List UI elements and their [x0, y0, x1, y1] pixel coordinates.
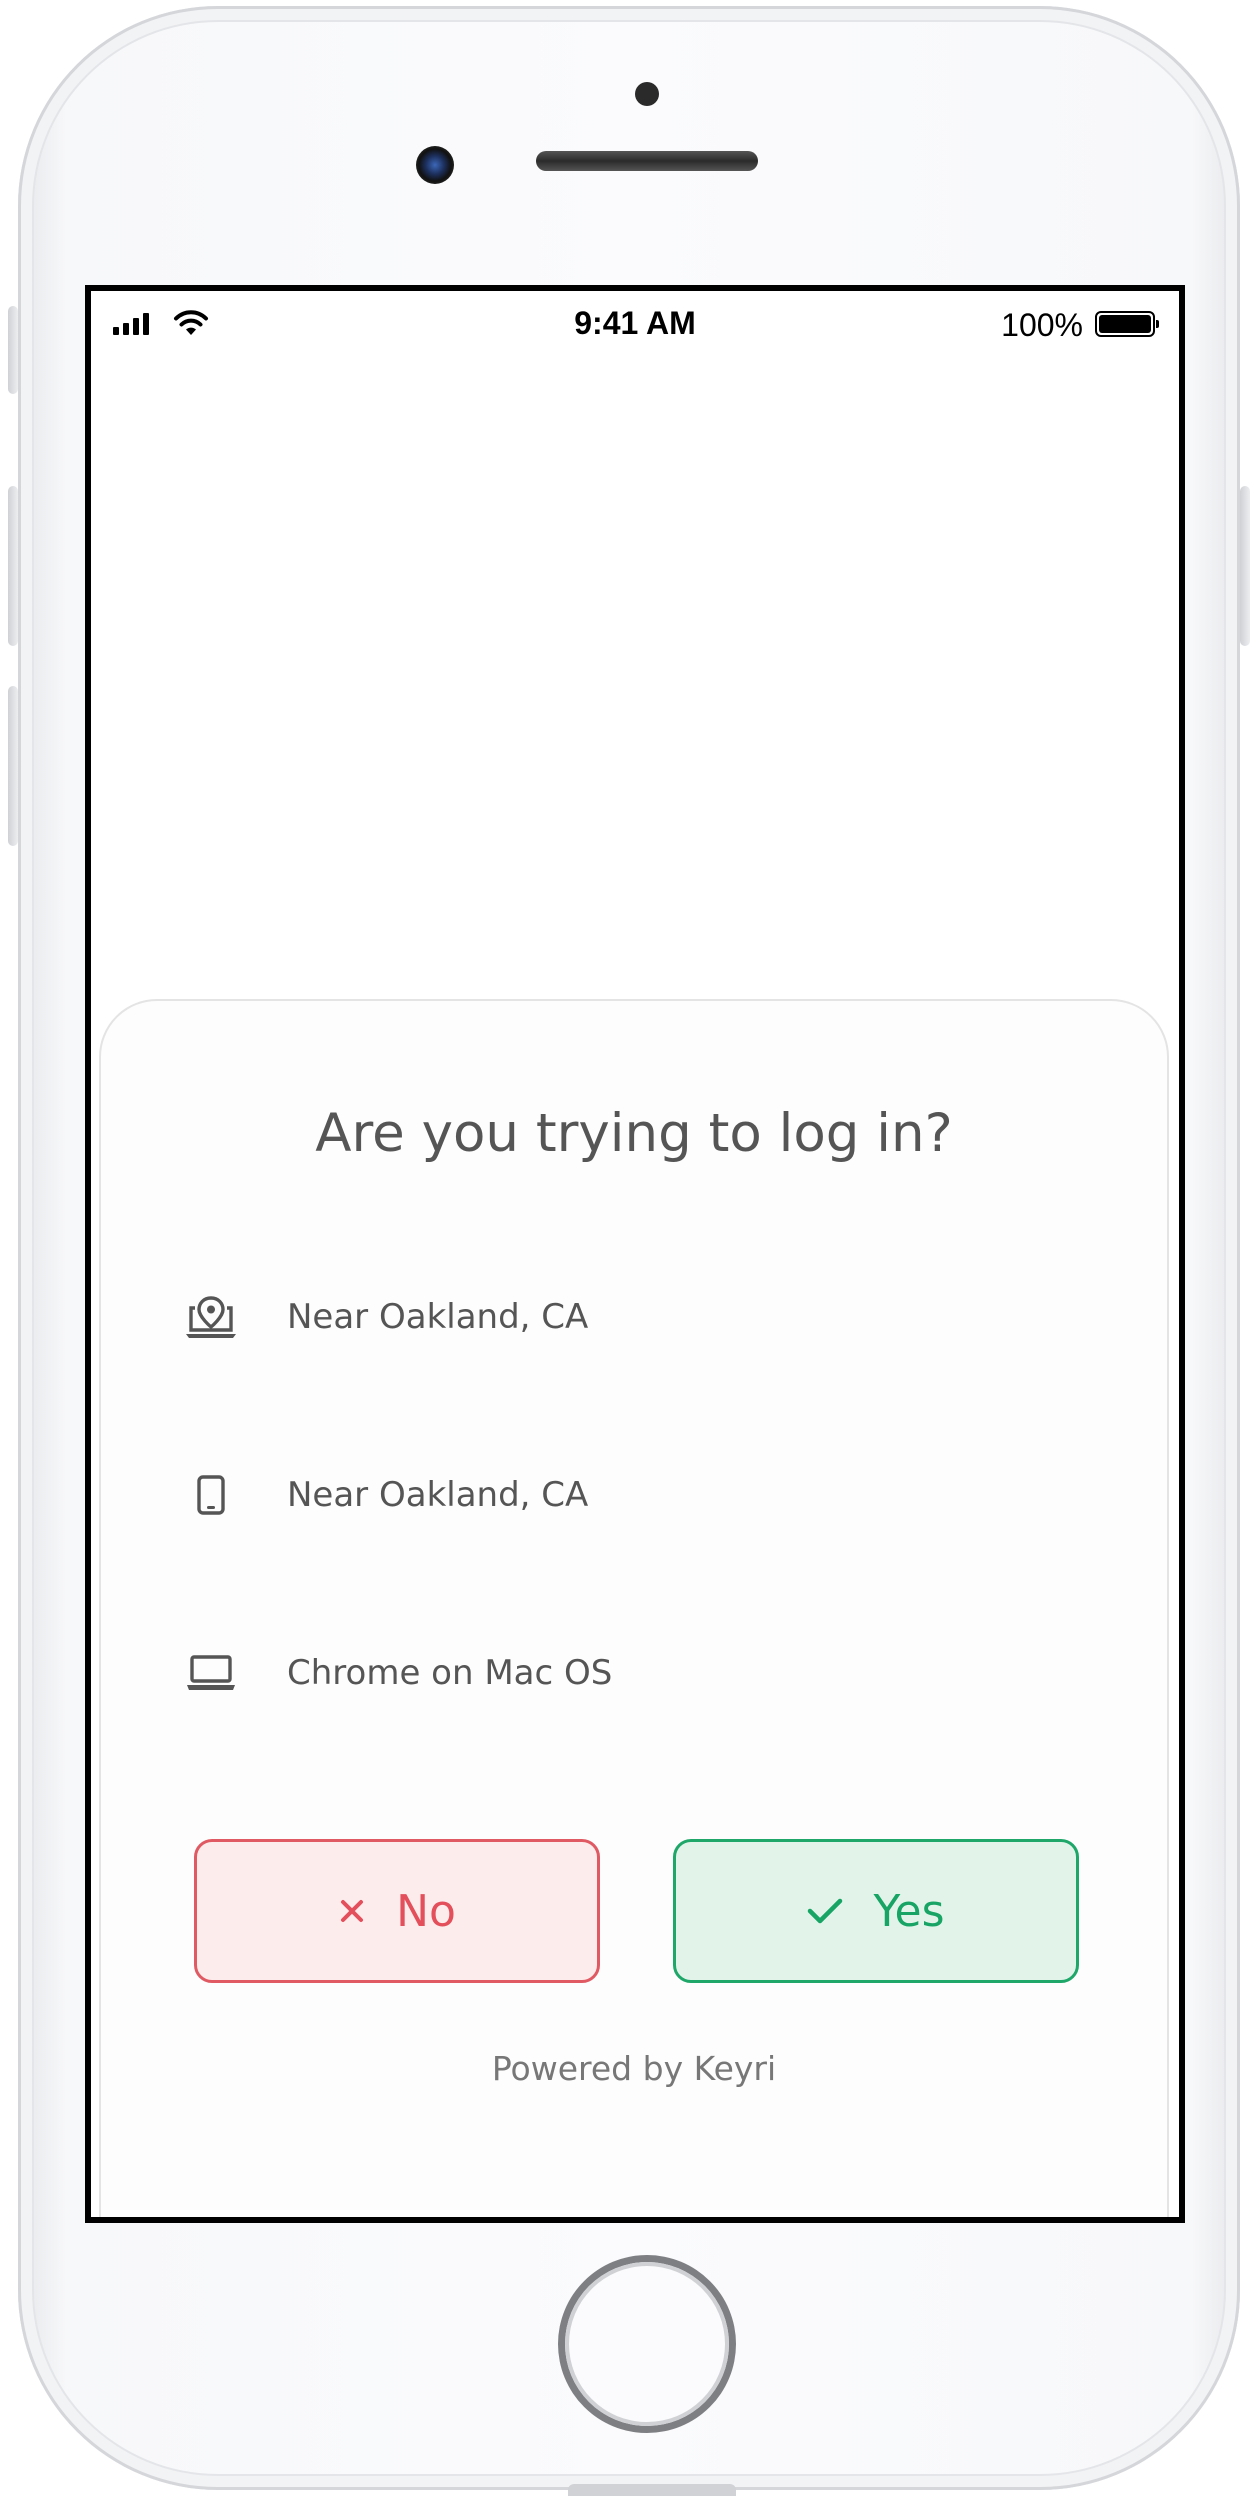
location-laptop-icon	[181, 1287, 241, 1347]
no-button[interactable]: No	[194, 1839, 600, 1983]
home-button[interactable]	[565, 2262, 729, 2426]
sheet-title: Are you trying to log in?	[315, 1103, 953, 1164]
check-icon	[807, 1897, 843, 1925]
x-icon	[338, 1897, 366, 1925]
proximity-sensor	[635, 82, 659, 106]
info-row-browser: Chrome on Mac OS	[181, 1643, 612, 1703]
browser-text: Chrome on Mac OS	[287, 1653, 613, 1693]
volume-down-button	[8, 686, 18, 846]
laptop-icon	[181, 1643, 241, 1703]
no-button-label: No	[396, 1885, 456, 1937]
info-row-phone: Near Oakland, CA	[181, 1465, 588, 1525]
earpiece-speaker	[536, 151, 758, 171]
login-confirmation-sheet: Are you trying to log in? Near Oakland, …	[99, 999, 1169, 2217]
front-camera	[416, 146, 454, 184]
yes-button[interactable]: Yes	[673, 1839, 1079, 1983]
info-row-location: Near Oakland, CA	[181, 1287, 588, 1347]
power-button	[1240, 486, 1250, 646]
phone-screen: 9:41 AM 100% Are you trying to log in? N…	[85, 285, 1185, 2223]
side-button	[8, 306, 18, 394]
phone-icon	[181, 1465, 241, 1525]
battery-percentage: 100%	[1001, 307, 1083, 343]
battery-icon	[1095, 311, 1159, 337]
yes-button-label: Yes	[873, 1885, 945, 1937]
volume-up-button	[8, 486, 18, 646]
bottom-edge	[568, 2484, 736, 2496]
phone-location-text: Near Oakland, CA	[287, 1475, 589, 1515]
powered-by-footer: Powered by Keyri	[491, 2049, 777, 2088]
location-text: Near Oakland, CA	[287, 1297, 589, 1337]
status-bar: 9:41 AM 100%	[91, 291, 1179, 351]
